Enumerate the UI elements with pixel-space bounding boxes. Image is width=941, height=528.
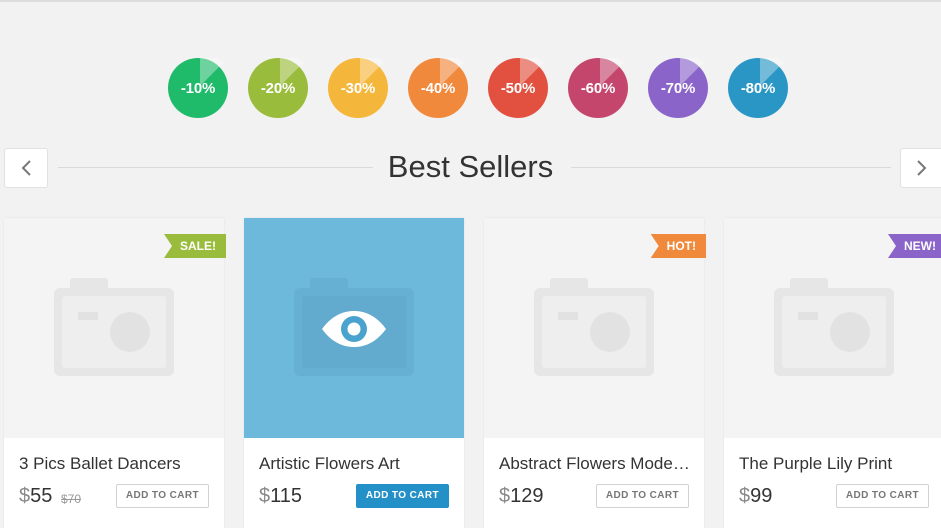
add-to-cart-button[interactable]: ADD TO CART	[355, 484, 449, 508]
product-image[interactable]: NEW!	[724, 218, 941, 438]
price-value: 115	[270, 485, 303, 507]
discount-label: -70%	[660, 79, 696, 97]
new-badge: NEW!	[888, 234, 941, 258]
product-image[interactable]	[244, 218, 464, 438]
product-image[interactable]: HOT!	[484, 218, 706, 438]
product-image[interactable]: SALE!	[4, 218, 226, 438]
price-value: 129	[510, 485, 544, 507]
product-card[interactable]: Artistic Flowers Art $115 ADD TO CART	[244, 218, 464, 528]
camera-placeholder-icon	[534, 278, 654, 376]
discount-badge-80[interactable]: -80%	[728, 58, 788, 118]
price-value: 55	[30, 485, 53, 507]
product-name[interactable]: Abstract Flowers Moder...	[499, 454, 691, 474]
discount-badges: -10% -20% -30% -40% -50% -60% -70% -80%	[168, 58, 789, 118]
camera-placeholder-icon	[54, 278, 174, 376]
old-price: $70	[61, 492, 82, 506]
product-name[interactable]: Artistic Flowers Art	[259, 454, 451, 474]
carousel-prev-button[interactable]	[4, 148, 48, 188]
price-value: 99	[750, 485, 773, 507]
discount-badge-20[interactable]: -20%	[248, 58, 308, 118]
chevron-right-icon	[917, 160, 927, 176]
product-card[interactable]: NEW! The Purple Lily Print $99 ADD TO CA…	[724, 218, 941, 528]
discount-label: -80%	[740, 79, 776, 97]
discount-label: -10%	[180, 79, 216, 97]
currency-symbol: $	[739, 485, 751, 507]
product-price: $99	[739, 485, 772, 508]
carousel-next-button[interactable]	[900, 148, 941, 188]
eye-icon[interactable]	[321, 310, 387, 348]
discount-label: -60%	[580, 79, 616, 97]
discount-badge-40[interactable]: -40%	[408, 58, 468, 118]
discount-label: -50%	[500, 79, 536, 97]
discount-label: -20%	[260, 79, 296, 97]
currency-symbol: $	[499, 485, 511, 507]
currency-symbol: $	[259, 485, 271, 507]
currency-symbol: $	[19, 485, 31, 507]
discount-label: -40%	[420, 79, 456, 97]
product-card[interactable]: HOT! Abstract Flowers Moder... $129 ADD …	[484, 218, 706, 528]
product-name[interactable]: 3 Pics Ballet Dancers	[19, 454, 211, 474]
discount-badge-50[interactable]: -50%	[488, 58, 548, 118]
camera-placeholder-icon	[774, 278, 894, 376]
section-title-text: Best Sellers	[372, 149, 569, 184]
product-price: $129	[499, 485, 544, 508]
discount-label: -30%	[340, 79, 376, 97]
discount-badge-10[interactable]: -10%	[168, 58, 228, 118]
product-price: $115	[259, 485, 302, 508]
add-to-cart-button[interactable]: ADD TO CART	[835, 484, 929, 508]
sale-badge: SALE!	[164, 234, 226, 258]
top-border	[0, 0, 941, 2]
product-price: $55	[19, 485, 52, 508]
chevron-left-icon	[21, 160, 31, 176]
product-card[interactable]: SALE! 3 Pics Ballet Dancers $55 $70 ADD …	[4, 218, 226, 528]
add-to-cart-button[interactable]: ADD TO CART	[595, 484, 689, 508]
discount-badge-70[interactable]: -70%	[648, 58, 708, 118]
discount-badge-30[interactable]: -30%	[328, 58, 388, 118]
hot-badge: HOT!	[650, 234, 706, 258]
product-name[interactable]: The Purple Lily Print	[739, 454, 931, 474]
header-divider-left	[58, 167, 378, 168]
header-divider-right	[571, 167, 891, 168]
discount-badge-60[interactable]: -60%	[568, 58, 628, 118]
add-to-cart-button[interactable]: ADD TO CART	[115, 484, 209, 508]
